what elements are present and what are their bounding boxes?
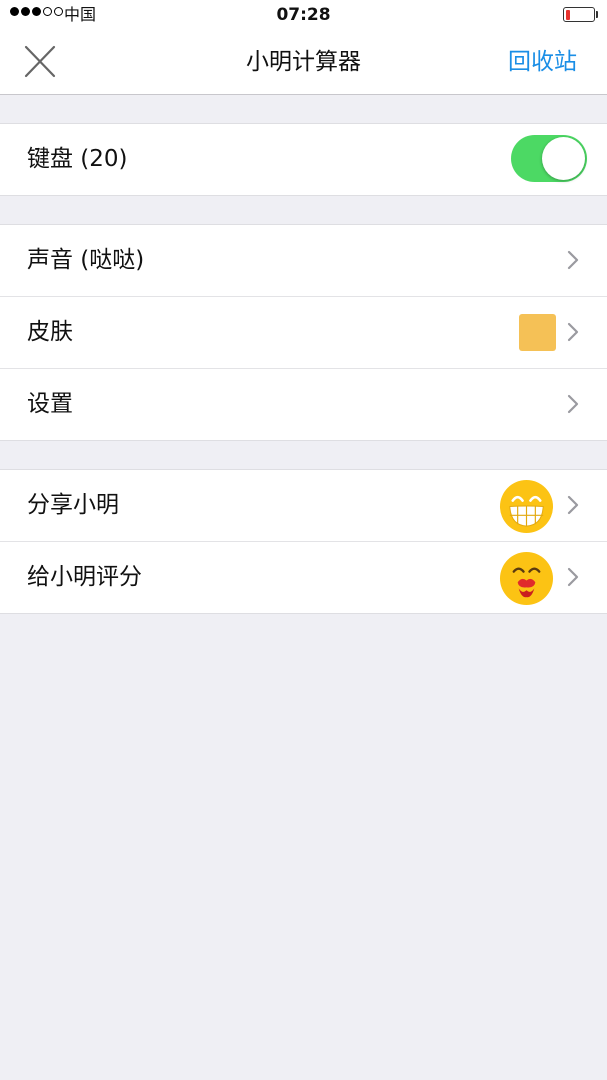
skin-label: 皮肤 bbox=[27, 319, 73, 345]
chevron-right-icon bbox=[567, 394, 579, 414]
keyboard-row: 键盘 (20) bbox=[0, 124, 607, 195]
social-group: 分享小明 给小明评分 bbox=[0, 469, 607, 614]
nav-bar: 小明计算器 回收站 bbox=[0, 30, 607, 95]
grinning-emoji-icon bbox=[499, 479, 554, 534]
chevron-right-icon bbox=[567, 322, 579, 342]
keyboard-label: 键盘 (20) bbox=[27, 146, 128, 172]
kiss-emoji-icon bbox=[499, 551, 554, 606]
preferences-group: 声音 (哒哒) 皮肤 设置 bbox=[0, 224, 607, 441]
status-time: 07:28 bbox=[276, 5, 331, 25]
keyboard-group: 键盘 (20) bbox=[0, 123, 607, 196]
toggle-knob bbox=[542, 137, 585, 180]
keyboard-toggle[interactable] bbox=[511, 135, 587, 182]
battery-icon bbox=[563, 7, 595, 22]
share-row[interactable]: 分享小明 bbox=[0, 470, 607, 541]
chevron-right-icon bbox=[567, 495, 579, 515]
sound-label: 声音 (哒哒) bbox=[27, 247, 145, 273]
chevron-right-icon bbox=[567, 250, 579, 270]
chevron-right-icon bbox=[567, 567, 579, 587]
recycle-bin-button[interactable]: 回收站 bbox=[508, 47, 577, 77]
sound-row[interactable]: 声音 (哒哒) bbox=[0, 225, 607, 296]
share-label: 分享小明 bbox=[27, 492, 119, 518]
settings-row[interactable]: 设置 bbox=[0, 368, 607, 440]
status-bar: 中国 07:28 bbox=[0, 0, 607, 30]
rate-label: 给小明评分 bbox=[27, 564, 142, 590]
rate-row[interactable]: 给小明评分 bbox=[0, 541, 607, 613]
settings-label: 设置 bbox=[27, 391, 73, 417]
skin-row[interactable]: 皮肤 bbox=[0, 296, 607, 368]
skin-color-swatch bbox=[519, 314, 556, 351]
